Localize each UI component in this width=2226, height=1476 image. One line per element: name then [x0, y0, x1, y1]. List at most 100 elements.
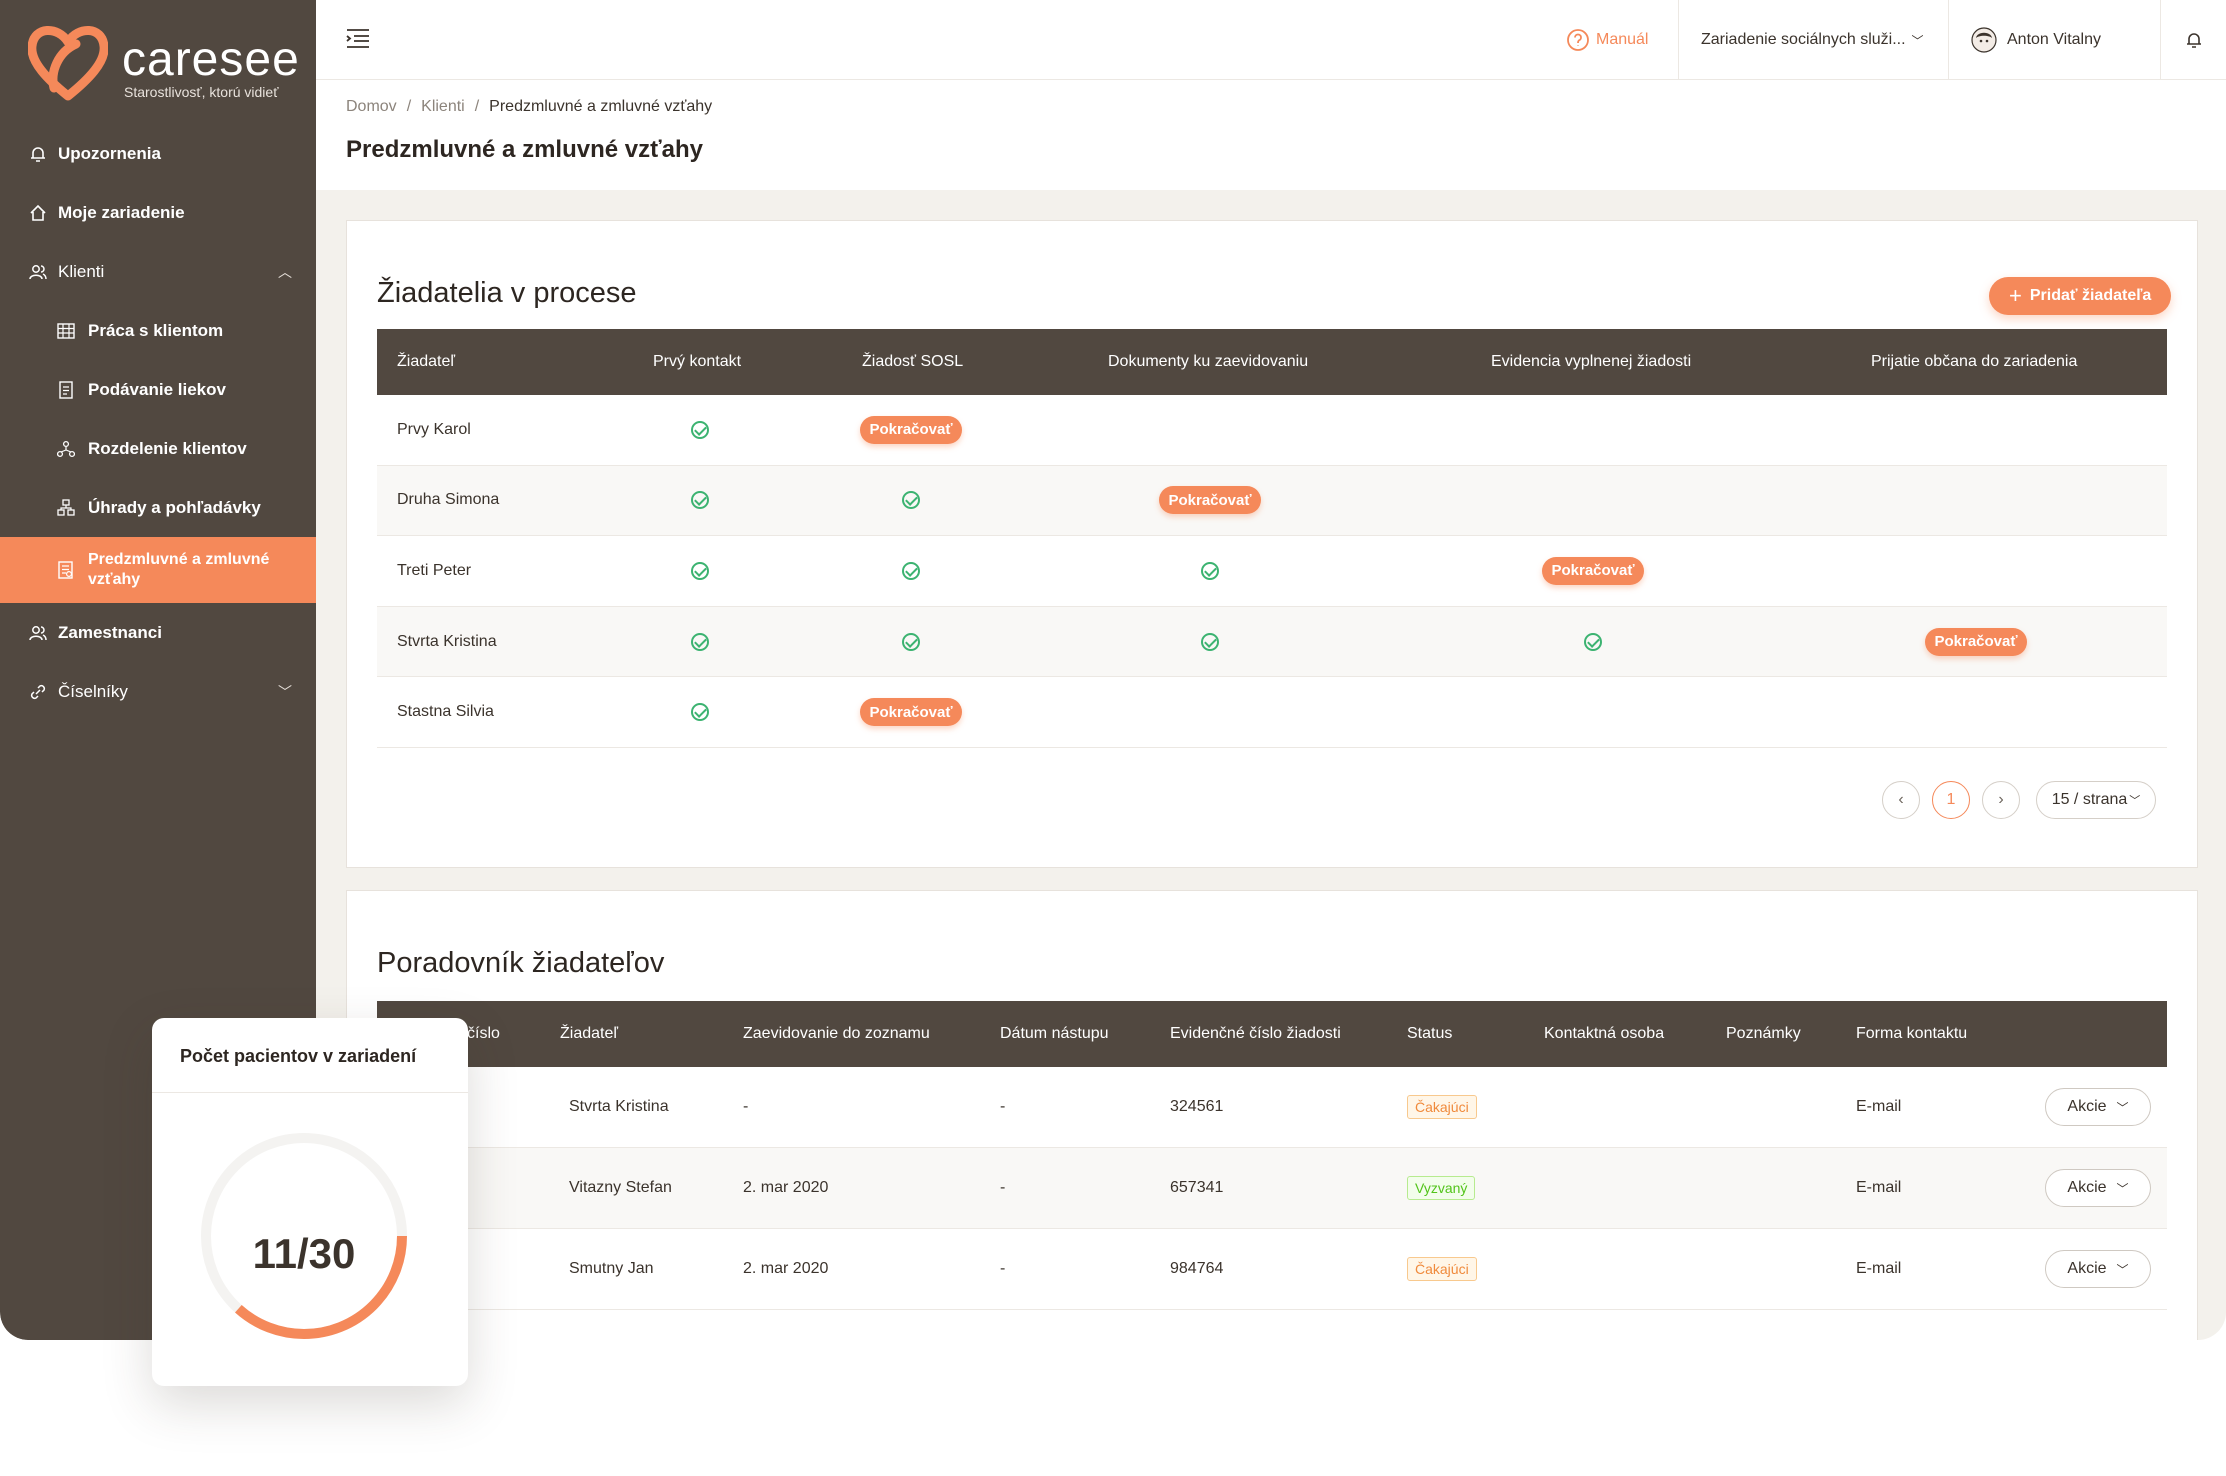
step-cell	[691, 395, 709, 465]
occupancy-gauge	[201, 1133, 407, 1339]
applicant-name: Treti Peter	[397, 561, 472, 579]
actions-button[interactable]: Akcie ﹀	[2045, 1169, 2151, 1207]
sidebar-item-uhrady-a-pohladavky[interactable]: Úhrady a pohľadávky	[0, 478, 316, 537]
notifications-button[interactable]	[2160, 0, 2226, 80]
facility-select[interactable]: Zariadenie sociálnych služi... ﹀	[1678, 0, 1948, 80]
step-cell	[902, 466, 920, 536]
menu-toggle-icon[interactable]	[346, 28, 370, 53]
next-page-button[interactable]: ›	[1982, 781, 2020, 819]
request-number: 984764	[1170, 1260, 1224, 1277]
actions-button[interactable]: Akcie ﹀	[2045, 1250, 2151, 1288]
start-date: -	[1000, 1098, 1006, 1115]
sidebar-item-label: Rozdelenie klientov	[88, 438, 247, 458]
add-applicant-button[interactable]: + Pridať žiadateľa	[1989, 277, 2172, 315]
chevron-down-icon: ﹀	[2116, 1262, 2129, 1277]
manual-label: Manuál	[1596, 31, 1649, 48]
chevron-up-icon: ︿	[278, 263, 292, 280]
check-circle-icon	[1201, 561, 1219, 580]
page-title: Predzmluvné a zmluvné vzťahy	[346, 136, 703, 163]
topbar: Manuál Zariadenie sociálnych služi... ﹀ …	[316, 0, 2226, 80]
breadcrumb-clients[interactable]: Klienti	[421, 98, 465, 115]
column-header: Prvý kontakt	[653, 353, 742, 370]
table-row: Vitazny Stefan 2. mar 2020 - 657341 E-mail Vy…	[377, 1148, 2167, 1229]
breadcrumb-home[interactable]: Domov	[346, 98, 397, 115]
continue-button[interactable]: Pokračovať	[860, 415, 962, 444]
column-header: Status	[1407, 1025, 1453, 1042]
step-cell	[1201, 536, 1219, 606]
sidebar-item-upozornenia[interactable]: Upozornenia	[0, 124, 316, 183]
sidebar-item-rozdelenie-klientov[interactable]: Rozdelenie klientov	[0, 419, 316, 478]
check-circle-icon	[902, 491, 920, 510]
chevron-down-icon: ﹀	[1911, 33, 1924, 48]
actions-cell: Akcie ﹀	[2045, 1148, 2151, 1228]
check-circle-icon	[691, 561, 709, 580]
sidebar-item-label: Podávanie liekov	[88, 379, 226, 399]
sidebar-item-label: Číselníky	[58, 681, 128, 701]
column-header: Prijatie občana do zariadenia	[1871, 353, 2078, 370]
patients-count-widget: Počet pacientov v zariadení 11/30	[152, 1018, 468, 1386]
sidebar-item-label: Moje zariadenie	[58, 202, 185, 222]
home-icon	[28, 203, 48, 223]
sidebar-item-label: Klienti	[58, 261, 105, 281]
check-circle-icon	[1584, 632, 1602, 651]
document-icon	[56, 380, 76, 400]
page-header: Domov / Klienti / Predzmluvné a zmluvné vzťa…	[316, 80, 2226, 190]
continue-button[interactable]: Pokračovať	[1159, 486, 1261, 515]
users-icon	[28, 262, 48, 282]
contact-form: E-mail	[1856, 1179, 1902, 1196]
status-cell: Čakajúci	[1407, 1229, 1477, 1309]
contact-form: E-mail	[1856, 1260, 1902, 1277]
request-number: 324561	[1170, 1098, 1224, 1115]
applicants-pagination: ‹ 1 › 15 / strana ﹀	[1882, 781, 2156, 819]
prev-page-button[interactable]: ‹	[1882, 781, 1920, 819]
chevron-down-icon: ﹀	[278, 683, 292, 700]
actions-label: Akcie	[2067, 1098, 2107, 1115]
sidebar-item-ciselniky[interactable]: Číselníky ﹀	[0, 662, 316, 721]
sidebar-item-zamestnanci[interactable]: Zamestnanci	[0, 603, 316, 662]
applicants-card: Žiadatelia v procese + Pridať žiadateľa …	[346, 220, 2198, 868]
applicants-title: Žiadatelia v procese	[377, 277, 637, 309]
step-cell: Pokračovať	[860, 677, 962, 747]
column-header[interactable]: Žiadateľ	[397, 329, 455, 395]
table-row: Prvy Karol Pokračovať	[377, 395, 2167, 466]
sidebar-item-praca-s-klientom[interactable]: Práca s klientom	[0, 301, 316, 360]
applicant-name: Vitazny Stefan	[569, 1179, 672, 1196]
table-row: Smutny Jan 2. mar 2020 - 984764 E-mail Čakajú…	[377, 1229, 2167, 1310]
sidebar-item-predzmluvne-vztahy[interactable]: Predzmluvné a zmluvné vzťahy	[0, 537, 316, 603]
column-header: číslo	[467, 1025, 500, 1042]
manual-link[interactable]: Manuál	[1544, 0, 1670, 80]
payments-icon	[56, 498, 76, 518]
user-menu[interactable]: Anton Vitalny	[1948, 0, 2160, 80]
contract-icon	[56, 560, 76, 580]
logo[interactable]: caresee Starostlivosť, ktorú vidieť	[28, 22, 299, 112]
step-cell: Pokračovať	[1159, 466, 1261, 536]
sidebar-item-klienti[interactable]: Klienti ︿	[0, 242, 316, 301]
registered-date: 2. mar 2020	[743, 1260, 829, 1277]
applicant-name: Stvrta Kristina	[397, 632, 497, 650]
step-cell: Pokračovať	[1542, 536, 1644, 606]
sidebar-item-podavanie-liekov[interactable]: Podávanie liekov	[0, 360, 316, 419]
table-row: Stvrta Kristina - - 324561 E-mail Čakajúci Akc…	[377, 1067, 2167, 1148]
page-button[interactable]: 1	[1932, 781, 1970, 819]
step-cell	[691, 466, 709, 536]
sidebar-item-label: Práca s klientom	[88, 320, 224, 340]
continue-button[interactable]: Pokračovať	[860, 698, 962, 727]
breadcrumb-current: Predzmluvné a zmluvné vzťahy	[489, 98, 713, 115]
add-applicant-label: Pridať žiadateľa	[2029, 287, 2152, 304]
continue-button[interactable]: Pokračovať	[1925, 627, 2027, 656]
column-header: Zaevidovanie do zoznamu	[743, 1025, 930, 1042]
applicant-name: Prvy Karol	[397, 420, 471, 438]
logo-mark-icon	[28, 26, 108, 101]
actions-button[interactable]: Akcie ﹀	[2045, 1088, 2151, 1126]
status-badge: Vyzvaný	[1407, 1176, 1476, 1200]
sidebar-item-label: Upozornenia	[58, 143, 161, 163]
continue-button[interactable]: Pokračovať	[1542, 556, 1644, 585]
link-icon	[28, 682, 48, 702]
page-size-select[interactable]: 15 / strana ﹀	[2036, 781, 2156, 819]
sidebar-item-label: Predzmluvné a zmluvné vzťahy	[88, 551, 270, 588]
waitlist-card: Poradovník žiadateľov číslo Žiadateľ Zae…	[346, 890, 2198, 1340]
registered-date: -	[743, 1098, 749, 1115]
sidebar-item-moje-zariadenie[interactable]: Moje zariadenie	[0, 183, 316, 242]
column-header: Forma kontaktu	[1856, 1025, 1968, 1042]
contact-form: E-mail	[1856, 1098, 1902, 1115]
